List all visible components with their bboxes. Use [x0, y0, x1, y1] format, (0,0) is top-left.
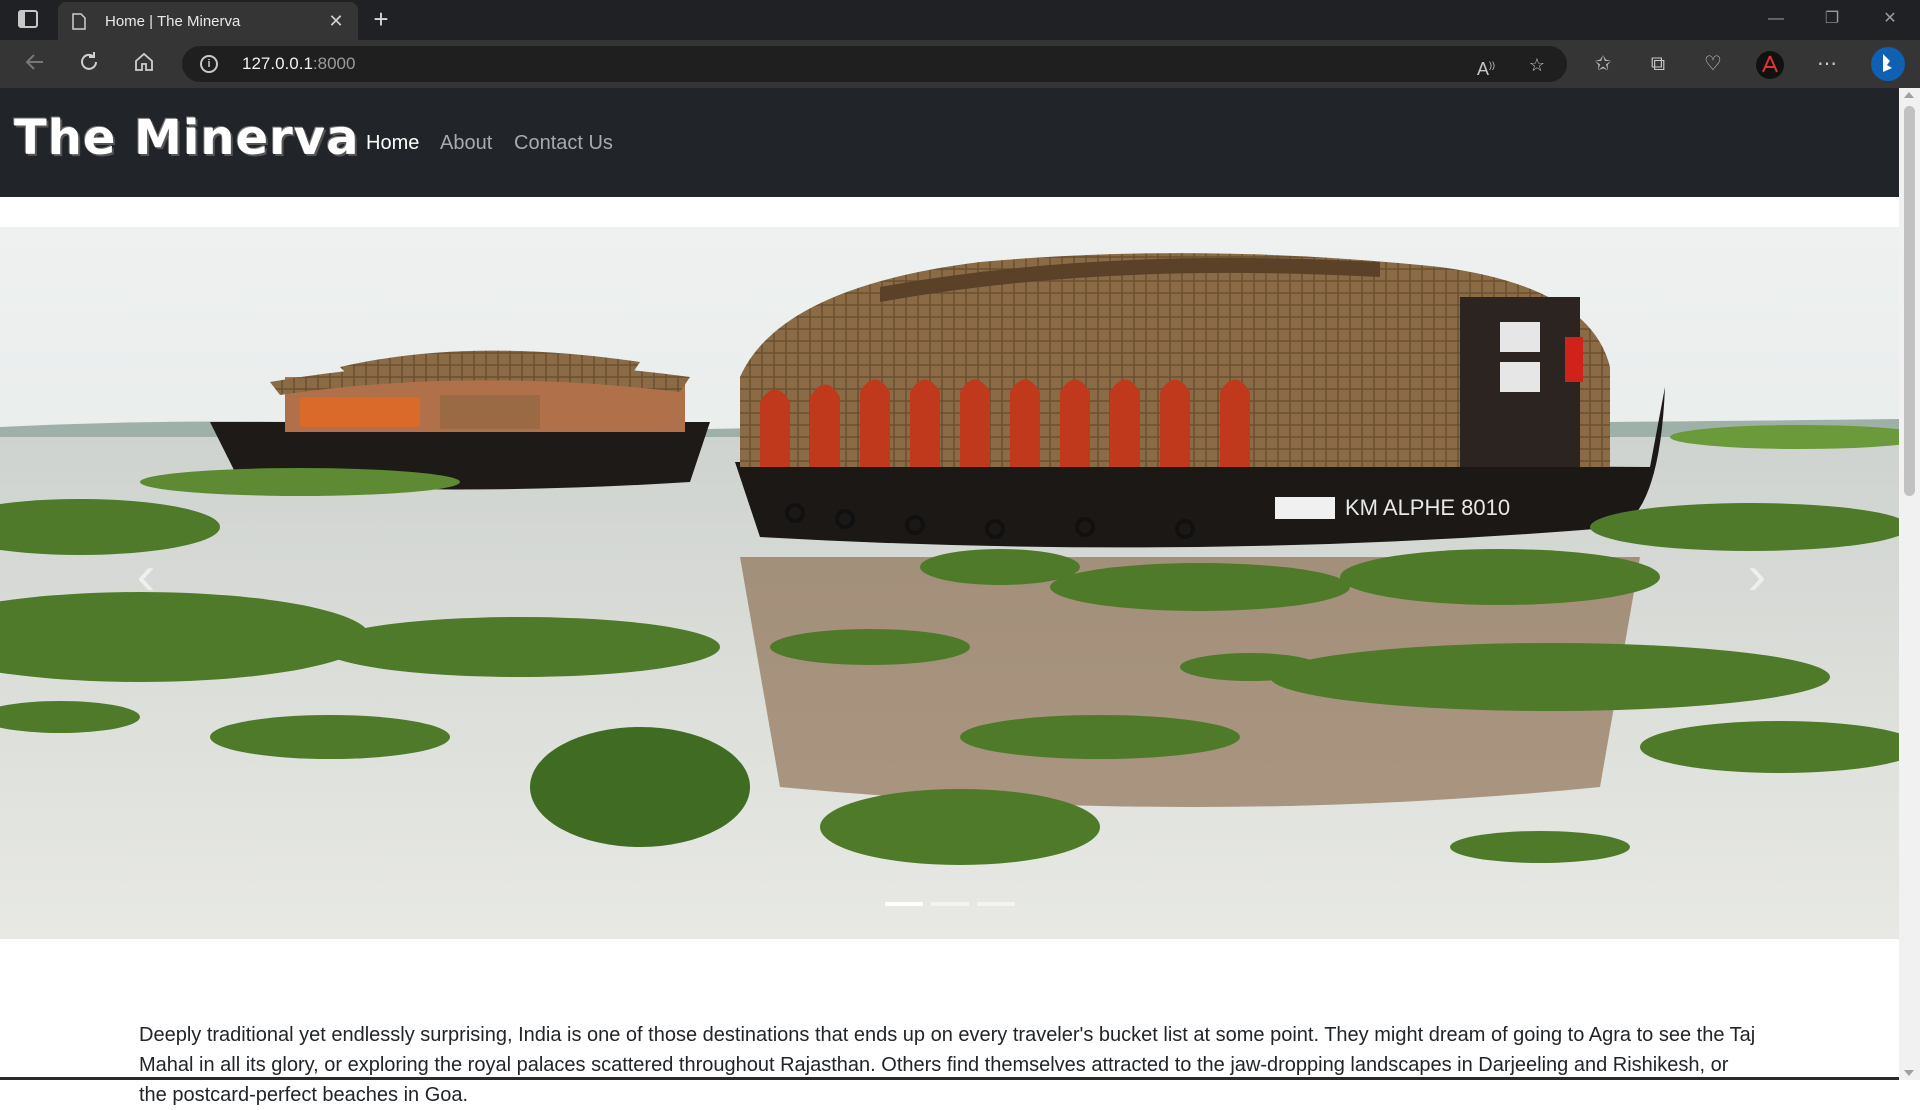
- close-tab-icon[interactable]: ✕: [326, 11, 346, 32]
- refresh-icon[interactable]: [74, 50, 104, 78]
- houseboat-image: KM ALPHE 8010: [0, 227, 1899, 939]
- profile-icon[interactable]: [1755, 50, 1785, 80]
- bing-icon[interactable]: [1870, 46, 1906, 82]
- svg-text:KM ALPHE 8010: KM ALPHE 8010: [1345, 495, 1510, 520]
- minimize-icon[interactable]: —: [1748, 0, 1804, 40]
- browser-toolbar: i 127.0.0.1:8000 A)) ☆ ✩ ⧉ ♡ ⋯: [0, 40, 1920, 88]
- favorite-star-icon[interactable]: ☆: [1525, 53, 1549, 77]
- browser-essentials-icon[interactable]: ♡: [1698, 50, 1728, 80]
- collections-icon[interactable]: ⧉: [1643, 50, 1673, 80]
- more-icon[interactable]: ⋯: [1812, 50, 1842, 80]
- scroll-down-icon[interactable]: [1904, 1070, 1914, 1076]
- info-icon[interactable]: i: [200, 55, 218, 73]
- restore-icon[interactable]: ❐: [1804, 0, 1860, 40]
- carousel-indicator[interactable]: [930, 902, 969, 906]
- carousel-next-icon[interactable]: ›: [1737, 545, 1777, 615]
- browser-tab-bar: Home | The Minerva ✕ + — ❐ ✕: [0, 0, 1920, 40]
- tabs-icon[interactable]: [18, 10, 38, 28]
- read-aloud-icon[interactable]: A)): [1474, 53, 1498, 79]
- tab-title: Home | The Minerva: [105, 13, 241, 30]
- browser-tab[interactable]: Home | The Minerva ✕: [58, 2, 358, 40]
- nav-about[interactable]: About: [440, 132, 492, 155]
- page-icon: [72, 13, 86, 30]
- carousel-indicator[interactable]: [884, 902, 923, 906]
- intro-paragraph: Deeply traditional yet endlessly surpris…: [139, 1024, 1756, 1106]
- home-icon[interactable]: [129, 50, 159, 78]
- favorites-icon[interactable]: ✩: [1588, 50, 1618, 80]
- new-tab-button[interactable]: +: [366, 6, 396, 36]
- scrollbar-thumb[interactable]: [1904, 106, 1915, 496]
- site-brand[interactable]: The Minerva: [14, 110, 359, 166]
- url-text: 127.0.0.1:8000: [242, 54, 355, 74]
- close-window-icon[interactable]: ✕: [1862, 0, 1918, 40]
- back-icon[interactable]: [20, 50, 50, 78]
- carousel-indicators: [0, 902, 1899, 912]
- page-scrollbar[interactable]: [1899, 88, 1920, 1080]
- hero-carousel: KM ALPHE 8010: [0, 227, 1899, 939]
- scroll-up-icon[interactable]: [1904, 92, 1914, 98]
- nav-contact[interactable]: Contact Us: [514, 132, 613, 155]
- nav-home[interactable]: Home: [366, 132, 419, 155]
- carousel-indicator[interactable]: [976, 902, 1015, 906]
- address-bar[interactable]: i 127.0.0.1:8000 A)) ☆: [182, 46, 1567, 82]
- url-port: :8000: [312, 54, 356, 73]
- url-host: 127.0.0.1: [242, 54, 313, 73]
- carousel-prev-icon[interactable]: ‹: [126, 545, 166, 615]
